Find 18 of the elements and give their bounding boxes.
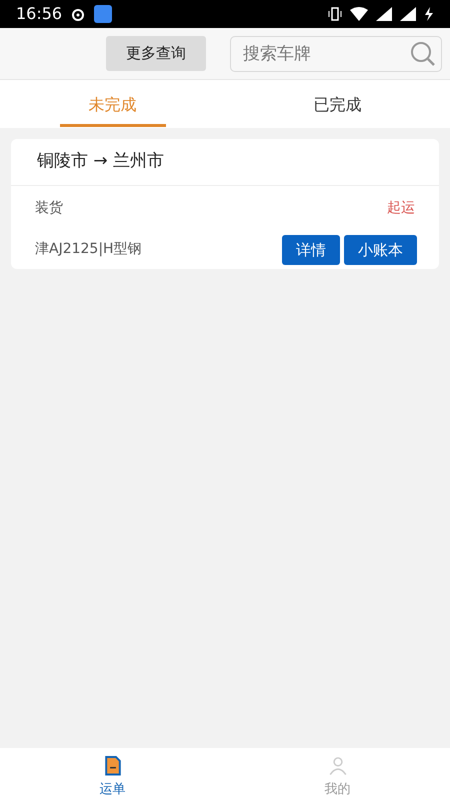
stage-text: 装货 [35, 198, 63, 218]
vibrate-icon [328, 7, 342, 21]
person-icon [328, 756, 348, 776]
signal-icon [400, 7, 416, 21]
wifi-icon [350, 7, 368, 21]
charging-icon [424, 7, 434, 21]
details-button[interactable]: 详情 [282, 234, 340, 265]
search-field[interactable]: 搜索车牌 [230, 36, 442, 72]
ledger-button[interactable]: 小账本 [344, 234, 417, 265]
document-icon [104, 756, 122, 776]
status-time: 16:56 [16, 3, 62, 25]
app-icon [94, 5, 112, 23]
more-query-button[interactable]: 更多查询 [106, 36, 206, 71]
route-text: 铜陵市 → 兰州市 [11, 139, 439, 186]
search-icon[interactable] [410, 40, 436, 66]
status-text: 起运 [387, 198, 415, 218]
signal-icon [376, 7, 392, 21]
cargo-text: 津AJ2125|H型钢 [35, 240, 142, 260]
